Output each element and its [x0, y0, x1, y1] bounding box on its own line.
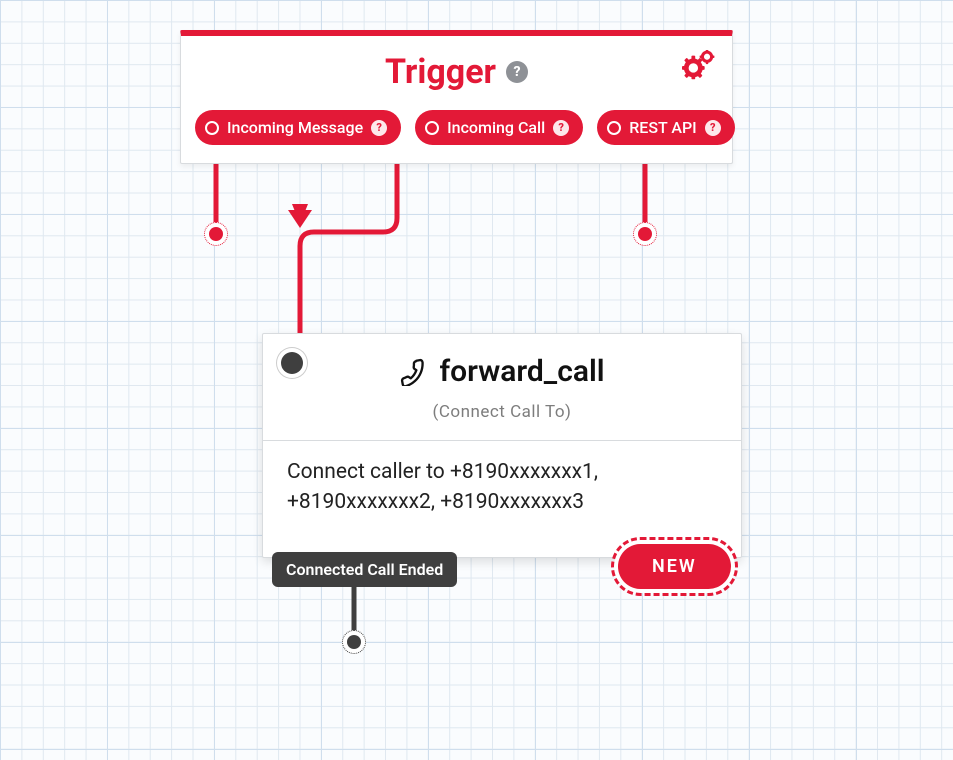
port-ring-icon — [425, 121, 439, 135]
phone-icon — [399, 358, 427, 386]
trigger-outports: Incoming Message ? Incoming Call ? REST … — [181, 102, 732, 163]
widget-card-forward-call[interactable]: forward_call (Connect Call To) Connect c… — [262, 333, 742, 558]
port-ring-icon — [607, 121, 621, 135]
help-icon[interactable]: ? — [371, 120, 387, 136]
help-icon[interactable]: ? — [705, 120, 721, 136]
chip-new[interactable]: NEW — [618, 544, 731, 589]
chip-label: NEW — [652, 556, 697, 577]
trigger-title: Trigger — [385, 52, 496, 92]
widget-input-port[interactable] — [281, 352, 303, 374]
pill-incoming-message[interactable]: Incoming Message ? — [195, 110, 401, 145]
widget-title: forward_call — [439, 354, 604, 389]
help-icon[interactable]: ? — [506, 61, 528, 83]
chip-label: Connected Call Ended — [286, 560, 443, 579]
endpoint-rest-api[interactable] — [633, 222, 657, 246]
widget-subtitle: (Connect Call To) — [263, 398, 741, 440]
port-ring-icon — [205, 121, 219, 135]
pill-incoming-call[interactable]: Incoming Call ? — [415, 110, 583, 145]
pill-label: REST API — [629, 118, 697, 137]
pill-label: Incoming Call — [447, 118, 545, 137]
pill-rest-api[interactable]: REST API ? — [597, 110, 735, 145]
trigger-card[interactable]: Trigger ? — [180, 30, 733, 164]
endpoint-connected-call-ended[interactable] — [342, 630, 366, 654]
trigger-header: Trigger ? — [181, 36, 732, 102]
gear-icon[interactable] — [682, 50, 716, 80]
help-icon[interactable]: ? — [553, 120, 569, 136]
pill-label: Incoming Message — [227, 118, 363, 137]
widget-header: forward_call — [263, 334, 741, 398]
chip-connected-call-ended[interactable]: Connected Call Ended — [272, 552, 457, 587]
endpoint-incoming-message[interactable] — [204, 222, 228, 246]
widget-body-text: Connect caller to +8190xxxxxxx1, +8190xx… — [263, 441, 741, 558]
